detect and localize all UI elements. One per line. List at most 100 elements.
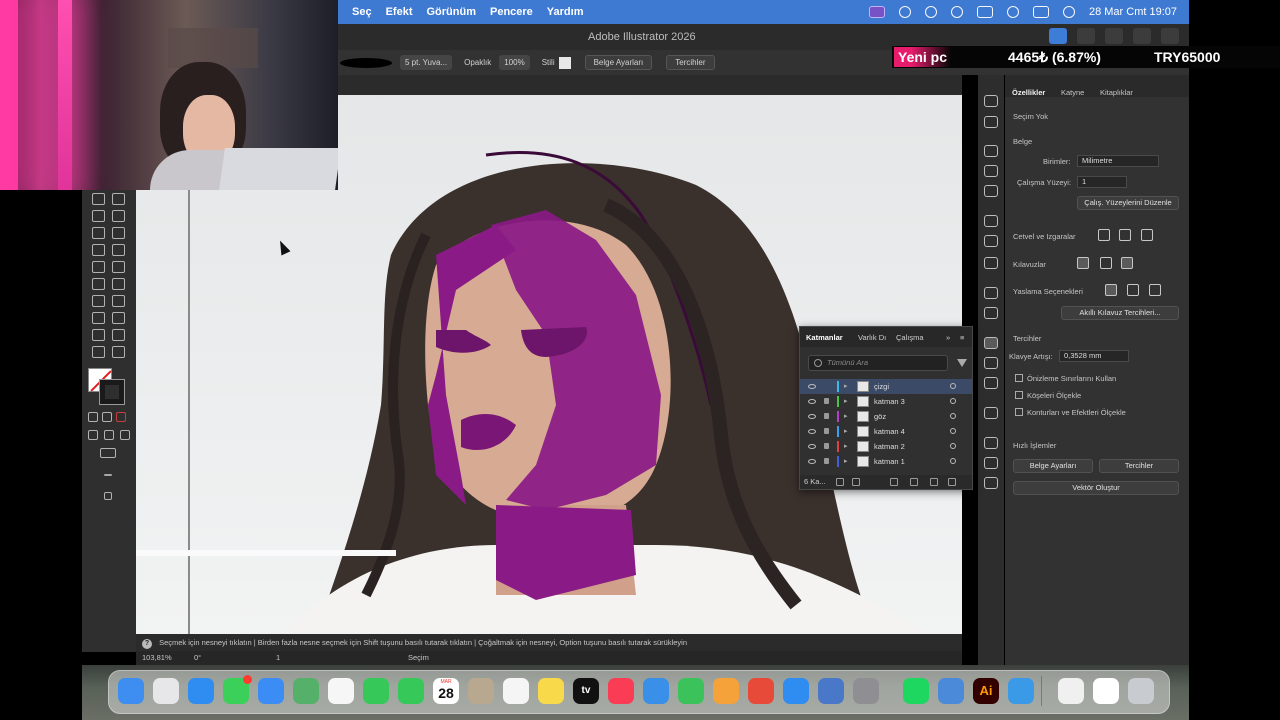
draw-behind-icon[interactable] [104, 430, 114, 440]
dock-app-store-icon[interactable] [783, 678, 809, 704]
dock-finder-icon[interactable] [118, 678, 144, 704]
rotate-tool-icon[interactable] [92, 210, 105, 222]
menubar-clock[interactable]: 28 Mar Cmt 19:07 [1089, 6, 1177, 18]
color-mode-icon[interactable] [88, 412, 98, 422]
dock-tv-icon[interactable]: tv [573, 678, 599, 704]
target-icon[interactable] [950, 383, 956, 389]
dock-spotify-icon[interactable] [903, 678, 929, 704]
tab-layers-alt[interactable]: Katyne [1061, 88, 1084, 97]
panel-menu-icon[interactable]: ≡ [960, 333, 964, 342]
opacity-input[interactable]: 100% [499, 55, 530, 70]
artboard-select[interactable]: 1 [1077, 176, 1127, 188]
menu-select[interactable]: Seç [352, 6, 372, 18]
control-center-icon[interactable] [1032, 6, 1049, 18]
screen-mode-icon[interactable] [100, 448, 116, 458]
fill-stroke-swatches[interactable] [88, 368, 128, 405]
layer-name[interactable]: katman 3 [874, 397, 905, 406]
dock-preview-icon[interactable] [818, 678, 844, 704]
dock-rocket-icon[interactable] [748, 678, 774, 704]
smart-guides-prefs-button[interactable]: Akıllı Kılavuz Tercihleri... [1061, 306, 1179, 320]
dock-document-icon[interactable] [1058, 678, 1084, 704]
edit-toolbar-icon[interactable] [104, 474, 112, 476]
lock-icon[interactable] [824, 413, 829, 419]
visibility-icon[interactable] [808, 414, 816, 419]
grid-icon[interactable] [1119, 229, 1131, 241]
zoom-tool-icon[interactable] [112, 346, 125, 358]
hand-tool-icon[interactable] [112, 329, 125, 341]
create-sublayer-icon[interactable] [910, 478, 918, 486]
expand-chevron-icon[interactable]: ▸ [844, 457, 848, 465]
dock-contacts-icon[interactable] [468, 678, 494, 704]
tab-libraries[interactable]: Kitaplıklar [1100, 88, 1133, 97]
transform-panel-icon[interactable] [984, 477, 998, 489]
appearance-panel-icon[interactable] [984, 287, 998, 299]
visibility-icon[interactable] [808, 429, 816, 434]
free-transform-tool-icon[interactable] [112, 227, 125, 239]
snap-to-point-icon[interactable] [1105, 284, 1117, 296]
style-swatch[interactable] [558, 56, 571, 69]
arrange-documents-icon[interactable] [1133, 28, 1151, 44]
layer-row[interactable]: ▸ katman 2 [800, 439, 972, 454]
stroke-panel-icon[interactable] [984, 215, 998, 227]
delete-layer-icon[interactable] [948, 478, 956, 486]
color-guide-panel-icon[interactable] [984, 165, 998, 177]
spotlight-search-icon[interactable] [1006, 6, 1019, 18]
edit-artboards-button[interactable]: Çalış. Yüzeylerini Düzenle [1077, 196, 1179, 210]
pathfinder-panel-icon[interactable] [984, 457, 998, 469]
asset-export-panel-icon[interactable] [984, 357, 998, 369]
new-layer-icon[interactable] [930, 478, 938, 486]
smart-guides-icon[interactable] [1121, 257, 1133, 269]
help-icon[interactable]: ? [142, 639, 152, 649]
menu-help[interactable]: Yardım [547, 6, 584, 18]
layers-search-input[interactable]: Tümünü Ara [808, 355, 948, 371]
pencil-tool-icon[interactable] [92, 193, 105, 205]
creative-cloud-icon[interactable] [898, 6, 911, 18]
column-graph-tool-icon[interactable] [92, 312, 105, 324]
dock-notes-icon[interactable] [538, 678, 564, 704]
layer-name[interactable]: çizgi [874, 382, 889, 391]
dock-calendar-icon[interactable]: MAR 28 [433, 678, 459, 704]
dock-mail-icon[interactable] [258, 678, 284, 704]
zoom-level[interactable]: 103,81% [142, 651, 172, 665]
draw-normal-icon[interactable] [88, 430, 98, 440]
snap-to-pixel-icon[interactable] [1127, 284, 1139, 296]
rotation-angle[interactable]: 0° [194, 651, 201, 665]
dock-launchpad-icon[interactable] [153, 678, 179, 704]
blend-tool-icon[interactable] [92, 295, 105, 307]
dock-maps-icon[interactable] [293, 678, 319, 704]
shape-builder-tool-icon[interactable] [92, 244, 105, 256]
layer-row[interactable]: ▸ katman 1 [800, 454, 972, 469]
dock-safari-icon[interactable] [188, 678, 214, 704]
layer-row[interactable]: ▸ katman 3 [800, 394, 972, 409]
gradient-tool-icon[interactable] [112, 261, 125, 273]
document-setup-button[interactable]: Belge Ayarları [584, 55, 653, 70]
none-mode-icon[interactable] [116, 412, 126, 422]
layers-panel-icon[interactable] [984, 337, 998, 349]
layer-name[interactable]: katman 4 [874, 427, 905, 436]
transparency-panel-icon[interactable] [984, 257, 998, 269]
collect-export-icon[interactable] [836, 478, 844, 486]
swatches-panel-icon[interactable] [984, 185, 998, 197]
dock-pages-icon[interactable] [713, 678, 739, 704]
lock-icon[interactable] [824, 398, 829, 404]
lock-icon[interactable] [824, 428, 829, 434]
dock-vpn-icon[interactable] [1008, 678, 1034, 704]
rulers-icon[interactable] [1098, 229, 1110, 241]
menu-view[interactable]: Görünüm [426, 6, 476, 18]
dock-facetime-icon[interactable] [363, 678, 389, 704]
filter-icon[interactable] [957, 359, 967, 367]
panel-collapse-icon[interactable]: » [946, 333, 950, 342]
print-tiling-tool-icon[interactable] [92, 346, 105, 358]
dock-keynote-icon[interactable] [643, 678, 669, 704]
width-tool-icon[interactable] [92, 227, 105, 239]
symbol-sprayer-tool-icon[interactable] [112, 295, 125, 307]
dock-photos-icon[interactable] [328, 678, 354, 704]
layer-row[interactable]: ▸ çizgi [800, 379, 972, 394]
comments-panel-icon[interactable] [984, 407, 998, 419]
align-panel-icon[interactable] [984, 437, 998, 449]
vectorize-button[interactable]: Vektör Oluştur [1013, 481, 1179, 495]
transparency-grid-icon[interactable] [1141, 229, 1153, 241]
quick-preferences-button[interactable]: Tercihler [1099, 459, 1179, 473]
expand-chevron-icon[interactable]: ▸ [844, 412, 848, 420]
live-paint-tool-icon[interactable] [112, 244, 125, 256]
